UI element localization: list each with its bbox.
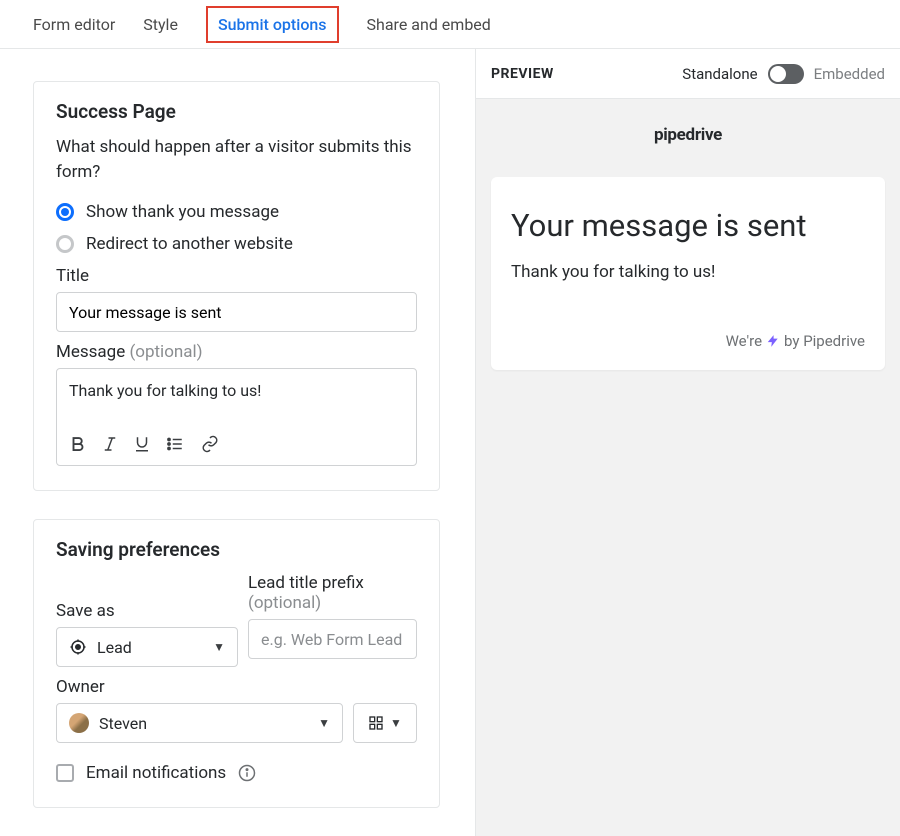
chevron-down-icon: ▼ [390,716,402,730]
settings-panel: Success Page What should happen after a … [0,49,476,836]
tab-style[interactable]: Style [143,15,178,34]
saving-preferences-heading: Saving preferences [56,538,417,561]
standalone-label: Standalone [682,65,757,83]
email-notifications-checkbox[interactable]: Email notifications [56,763,417,783]
owner-value: Steven [99,714,147,733]
radio-redirect[interactable]: Redirect to another website [56,234,417,254]
save-as-label: Save as [56,573,238,621]
chevron-down-icon: ▼ [318,716,330,730]
preview-mode-toggle[interactable] [768,64,804,84]
visibility-button[interactable]: ▼ [353,703,417,743]
target-icon [69,638,87,656]
link-icon[interactable] [199,435,221,453]
underline-icon[interactable] [133,435,151,453]
tab-submit-options[interactable]: Submit options [206,6,339,43]
preview-title: PREVIEW [491,66,554,82]
embedded-label: Embedded [814,65,885,83]
save-as-value: Lead [97,638,132,657]
radio-label: Show thank you message [86,202,279,222]
saving-preferences-card: Saving preferences Save as Lead ▼ Lead t… [33,519,440,808]
list-icon[interactable] [165,435,185,453]
preview-panel: PREVIEW Standalone Embedded pipedrive Yo… [476,49,900,836]
radio-icon [56,235,74,253]
message-label: Message (optional) [56,342,417,362]
message-editor[interactable]: Thank you for talking to us! [56,368,417,466]
email-notifications-label: Email notifications [86,763,226,783]
lead-prefix-input[interactable] [248,619,417,659]
bolt-icon [766,334,780,348]
preview-card: Your message is sent Thank you for talki… [491,177,885,370]
lead-prefix-label: Lead title prefix (optional) [248,573,417,613]
info-icon[interactable] [238,764,256,782]
preview-logo: pipedrive [491,125,885,145]
owner-label: Owner [56,677,417,697]
success-page-card: Success Page What should happen after a … [33,81,440,491]
chevron-down-icon: ▼ [213,640,225,654]
tab-share-embed[interactable]: Share and embed [367,15,491,34]
preview-header: PREVIEW Standalone Embedded [476,49,900,99]
checkbox-icon [56,764,74,782]
success-page-description: What should happen after a visitor submi… [56,135,417,184]
title-input[interactable] [56,292,417,332]
tab-form-editor[interactable]: Form editor [33,15,115,34]
save-as-select[interactable]: Lead ▼ [56,627,238,667]
bold-icon[interactable] [69,435,87,453]
message-text[interactable]: Thank you for talking to us! [69,381,404,400]
grid-icon [368,715,384,731]
radio-label: Redirect to another website [86,234,293,254]
italic-icon[interactable] [101,435,119,453]
preview-message-title: Your message is sent [511,207,865,244]
owner-select[interactable]: Steven ▼ [56,703,343,743]
preview-message-body: Thank you for talking to us! [511,262,865,282]
radio-icon [56,203,74,221]
avatar [69,713,89,733]
title-label: Title [56,266,417,286]
radio-show-thankyou[interactable]: Show thank you message [56,202,417,222]
success-page-heading: Success Page [56,100,417,123]
rich-text-toolbar [69,435,404,453]
top-tabs: Form editor Style Submit options Share a… [0,0,900,49]
preview-footer: We're by Pipedrive [511,332,865,350]
